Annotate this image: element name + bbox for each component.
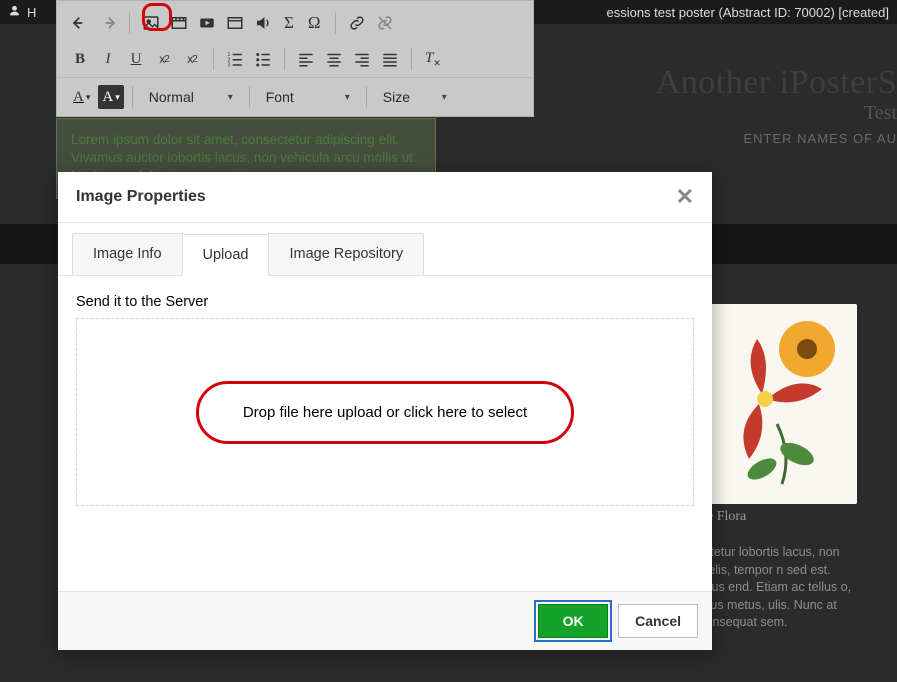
separator: [249, 86, 250, 108]
poster-authors: ENTER NAMES OF AU: [587, 131, 897, 146]
redo-button[interactable]: [95, 11, 121, 35]
align-right-button[interactable]: [349, 47, 375, 71]
paragraph-style-value: Normal: [149, 89, 194, 105]
chevron-down-icon: ▾: [345, 92, 350, 103]
tab-upload[interactable]: Upload: [182, 234, 270, 276]
chevron-down-icon: ▾: [442, 92, 447, 103]
font-size-select[interactable]: Size ▾: [375, 84, 455, 110]
status-text: essions test poster (Abstract ID: 70002)…: [606, 5, 889, 20]
subscript-button[interactable]: x2: [151, 47, 177, 71]
tab-image-repository[interactable]: Image Repository: [268, 233, 424, 275]
flower-image: [707, 304, 857, 504]
svg-text:3: 3: [228, 63, 231, 69]
font-family-value: Font: [266, 89, 294, 105]
dialog-footer: OK Cancel: [58, 591, 712, 650]
poster-subtitle: Test: [587, 102, 897, 125]
image-caption: e Flora: [707, 509, 857, 525]
home-label[interactable]: H: [27, 5, 36, 20]
bold-button[interactable]: B: [67, 47, 93, 71]
file-dropzone[interactable]: Drop file here upload or click here to s…: [76, 318, 694, 506]
separator: [284, 48, 285, 70]
poster-title: Another iPosterS: [587, 64, 897, 102]
unlink-button[interactable]: [372, 11, 398, 35]
poster-header: Another iPosterS Test ENTER NAMES OF AU: [587, 64, 897, 146]
separator: [335, 12, 336, 34]
dialog-body: Send it to the Server Drop file here upl…: [58, 276, 712, 591]
math-button[interactable]: Σ: [278, 11, 300, 35]
image-properties-dialog: Image Properties ✕ Image Info Upload Ima…: [58, 172, 712, 650]
align-justify-button[interactable]: [377, 47, 403, 71]
bullet-list-button[interactable]: [250, 47, 276, 71]
text-color-button[interactable]: A ▾: [67, 85, 96, 109]
paragraph-style-select[interactable]: Normal ▾: [141, 84, 241, 110]
align-left-button[interactable]: [293, 47, 319, 71]
separator: [129, 12, 130, 34]
user-icon: [8, 4, 21, 20]
underline-button[interactable]: U: [123, 47, 149, 71]
font-size-value: Size: [383, 89, 410, 105]
tab-image-info[interactable]: Image Info: [72, 233, 183, 275]
align-center-button[interactable]: [321, 47, 347, 71]
dialog-header: Image Properties ✕: [58, 172, 712, 223]
bg-color-button[interactable]: A ▾: [98, 85, 123, 109]
separator: [411, 48, 412, 70]
separator: [132, 86, 133, 108]
youtube-button[interactable]: [194, 11, 220, 35]
rich-text-toolbar: Σ Ω B I U x2 x2 123: [56, 0, 534, 117]
chevron-down-icon: ▾: [228, 92, 233, 103]
dialog-title: Image Properties: [76, 188, 206, 206]
upload-section-label: Send it to the Server: [76, 294, 694, 310]
undo-button[interactable]: [67, 11, 93, 35]
special-char-button[interactable]: Ω: [302, 11, 327, 35]
dialog-tabs: Image Info Upload Image Repository: [58, 223, 712, 276]
italic-button[interactable]: I: [95, 47, 121, 71]
ok-button[interactable]: OK: [538, 604, 608, 638]
separator: [366, 86, 367, 108]
superscript-button[interactable]: x2: [179, 47, 205, 71]
cancel-button[interactable]: Cancel: [618, 604, 698, 638]
link-button[interactable]: [344, 11, 370, 35]
image-button[interactable]: [138, 11, 164, 35]
audio-button[interactable]: [250, 11, 276, 35]
separator: [213, 48, 214, 70]
font-family-select[interactable]: Font ▾: [258, 84, 358, 110]
iframe-button[interactable]: [222, 11, 248, 35]
close-icon[interactable]: ✕: [676, 186, 694, 208]
remove-format-button[interactable]: T✕: [420, 47, 446, 71]
video-button[interactable]: [166, 11, 192, 35]
numbered-list-button[interactable]: 123: [222, 47, 248, 71]
dropzone-text: Drop file here upload or click here to s…: [196, 381, 574, 444]
